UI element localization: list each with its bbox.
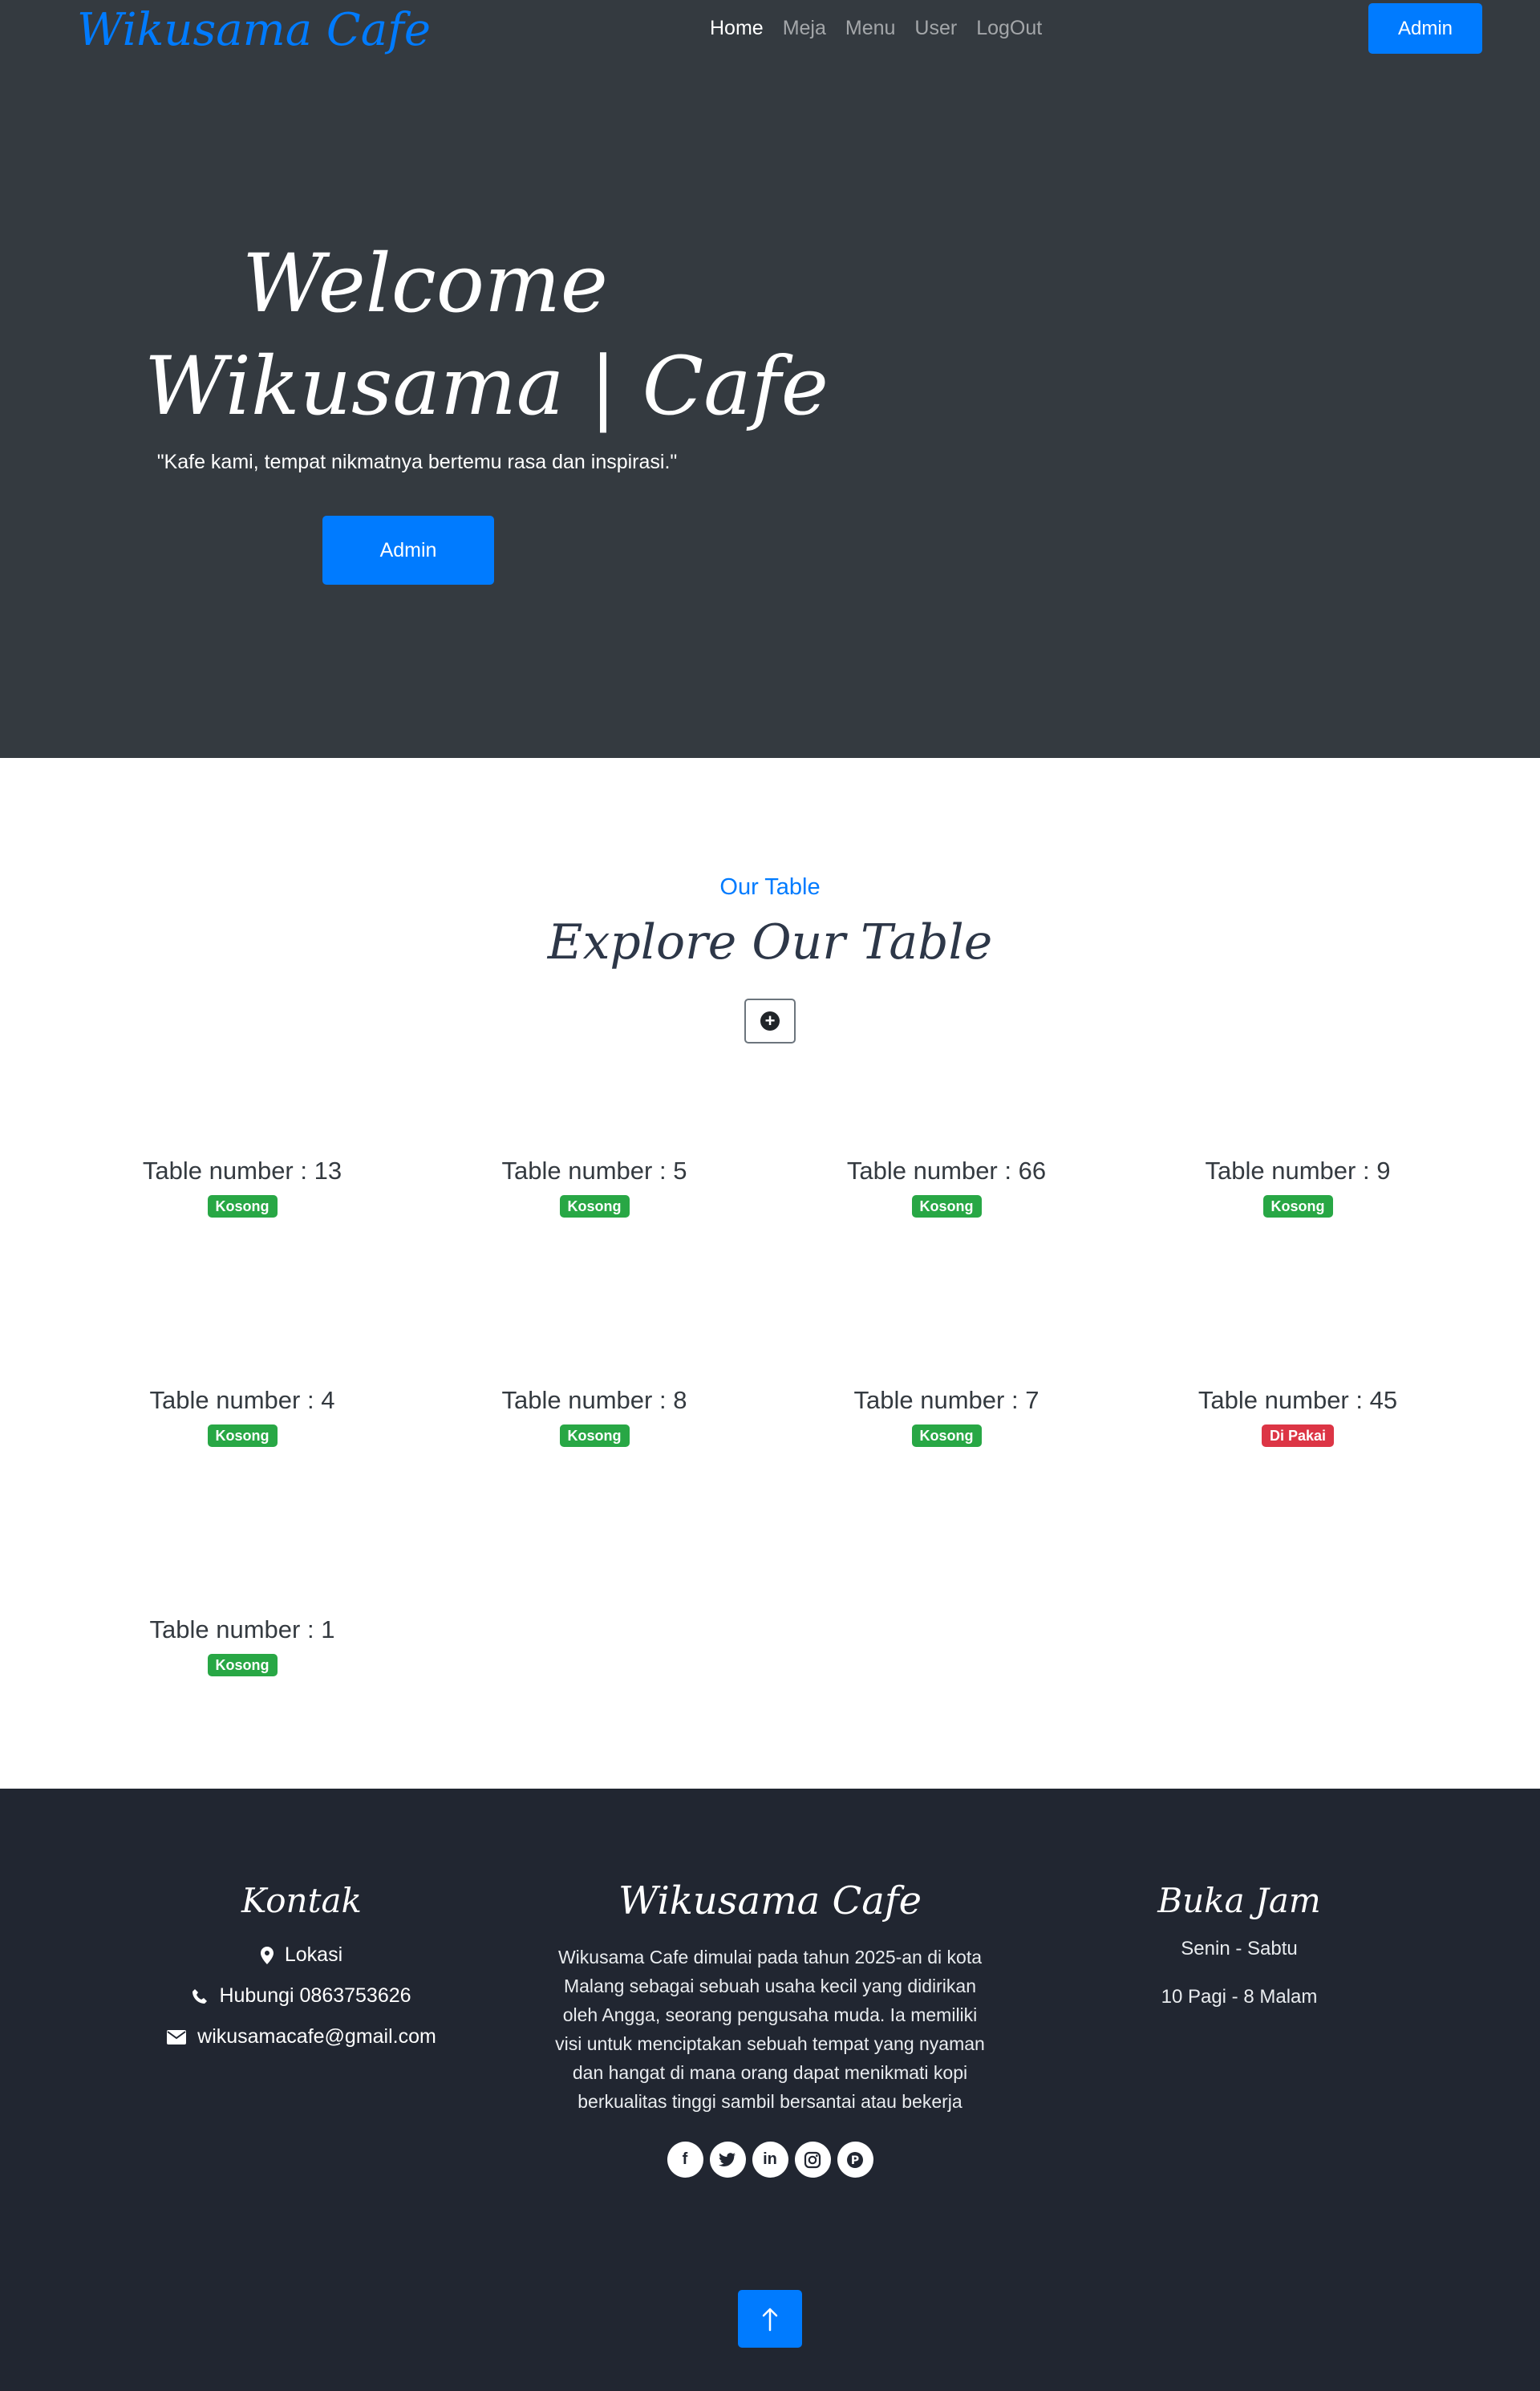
status-badge: Kosong <box>1262 1195 1333 1218</box>
nav-link-logout[interactable]: LogOut <box>976 14 1042 42</box>
facebook-icon[interactable]: f <box>667 2142 703 2178</box>
twitter-icon[interactable] <box>709 2142 746 2178</box>
footer-hours: Buka Jam Senin - Sabtu 10 Pagi - 8 Malam <box>1079 1877 1400 2021</box>
table-name: Table number : 4 <box>149 1386 335 1414</box>
contact-heading: Kontak <box>241 1881 362 1920</box>
table-name: Table number : 9 <box>1205 1157 1391 1185</box>
email-item[interactable]: wikusamacafe@gmail.com <box>141 2016 462 2057</box>
section-title: Explore Our Table <box>547 914 993 971</box>
phone-text: Hubungi 0863753626 <box>219 1984 411 2007</box>
hours-time: 10 Pagi - 8 Malam <box>1161 1986 1318 2008</box>
table-card[interactable]: Table number : 4 Kosong <box>66 1384 419 1447</box>
footer-contact: Kontak Lokasi Hubungi 0863753626 wikusam… <box>141 1877 462 2057</box>
status-badge: Di Pakai <box>1261 1424 1335 1447</box>
table-card[interactable]: Table number : 9 Kosong <box>1121 1155 1474 1218</box>
nav-link-menu[interactable]: Menu <box>845 14 896 42</box>
table-card[interactable]: Table number : 66 Kosong <box>770 1155 1123 1218</box>
table-name: Table number : 13 <box>142 1157 342 1185</box>
table-name: Table number : 8 <box>501 1386 687 1414</box>
nav-link-meja[interactable]: Meja <box>783 14 826 42</box>
table-card[interactable]: Table number : 1 Kosong <box>66 1614 419 1676</box>
about-text: Wikusama Cafe dimulai pada tahun 2025-an… <box>555 1947 985 2112</box>
pinterest-icon[interactable]: P <box>837 2142 873 2178</box>
table-name: Table number : 1 <box>149 1615 335 1643</box>
social-links: f in P <box>553 2142 987 2178</box>
status-badge: Kosong <box>559 1195 630 1218</box>
status-badge: Kosong <box>559 1424 630 1447</box>
status-badge: Kosong <box>207 1654 278 1676</box>
table-card[interactable]: Table number : 13 Kosong <box>66 1155 419 1218</box>
table-card[interactable]: Table number : 7 Kosong <box>770 1384 1123 1447</box>
brand-logo[interactable]: Wikusama Cafe <box>77 2 431 59</box>
table-name: Table number : 66 <box>846 1157 1047 1185</box>
svg-text:P: P <box>851 2154 859 2167</box>
phone-icon <box>192 1988 208 2004</box>
arrow-up-icon <box>762 2308 778 2332</box>
hours-days: Senin - Sabtu <box>1181 1938 1298 1959</box>
hero-title-line1: Welcome <box>241 237 608 330</box>
location-text: Lokasi <box>284 1943 343 1966</box>
hours-heading: Buka Jam <box>1157 1881 1321 1920</box>
main-nav: Home Meja Menu User LogOut <box>710 14 1042 42</box>
table-card[interactable]: Table number : 8 Kosong <box>418 1384 771 1447</box>
nav-link-home[interactable]: Home <box>710 14 764 42</box>
table-card[interactable]: Table number : 45 Di Pakai <box>1121 1384 1474 1447</box>
about-heading: Wikusama Cafe <box>618 1878 922 1923</box>
footer-about: Wikusama Cafe Wikusama Cafe dimulai pada… <box>553 1877 987 2178</box>
section-label: Our Table <box>719 874 821 900</box>
table-card[interactable]: Table number : 5 Kosong <box>418 1155 771 1218</box>
email-text: wikusamacafe@gmail.com <box>197 2025 436 2048</box>
plus-circle-icon: + <box>760 1011 780 1031</box>
hero-title: Welcome Wikusama | Cafe <box>144 233 829 438</box>
table-name: Table number : 7 <box>853 1386 1040 1414</box>
hero-subtitle: "Kafe kami, tempat nikmatnya bertemu ras… <box>156 451 678 473</box>
nav-link-user[interactable]: User <box>914 14 957 42</box>
envelope-icon <box>167 2029 187 2045</box>
location-item[interactable]: Lokasi <box>141 1935 462 1976</box>
status-badge: Kosong <box>911 1195 982 1218</box>
table-name: Table number : 45 <box>1198 1386 1398 1414</box>
hero-section: Wikusama Cafe Home Meja Menu User LogOut… <box>0 0 1540 758</box>
phone-item[interactable]: Hubungi 0863753626 <box>141 1976 462 2016</box>
add-table-button[interactable]: + <box>744 999 796 1044</box>
status-badge: Kosong <box>911 1424 982 1447</box>
instagram-icon[interactable] <box>794 2142 831 2178</box>
table-name: Table number : 5 <box>501 1157 687 1185</box>
linkedin-icon[interactable]: in <box>752 2142 788 2178</box>
hero-title-line2: Wikusama | Cafe <box>144 339 829 433</box>
map-marker-icon <box>260 1946 274 1964</box>
nav-admin-button[interactable]: Admin <box>1368 3 1482 54</box>
status-badge: Kosong <box>207 1424 278 1447</box>
hero-admin-button[interactable]: Admin <box>322 516 494 585</box>
status-badge: Kosong <box>207 1195 278 1218</box>
back-to-top-button[interactable] <box>738 2290 802 2348</box>
